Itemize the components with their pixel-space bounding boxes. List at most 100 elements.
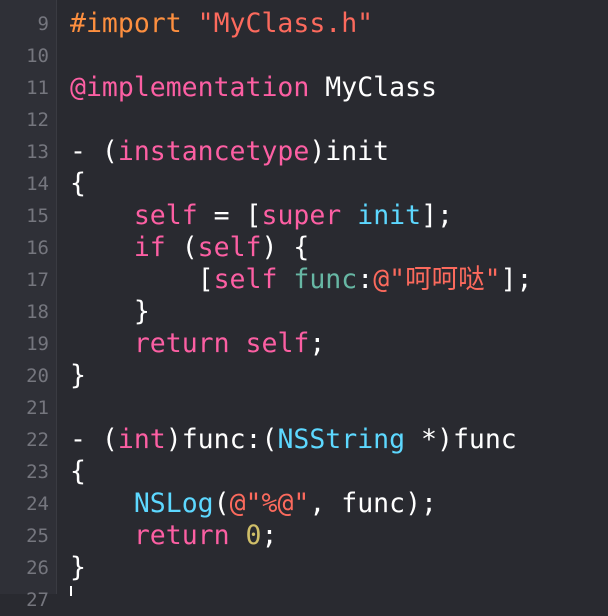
line-number: 15	[26, 205, 49, 227]
code-line[interactable]: 13 - (instancetype)init	[0, 136, 608, 168]
code-token: init	[357, 200, 422, 231]
code-line[interactable]: 16 if (self) {	[0, 232, 608, 264]
code-line[interactable]: 22 - (int)func:(NSString *)func	[0, 424, 608, 456]
code-token: ) {	[261, 232, 310, 263]
line-number: 12	[26, 109, 49, 131]
code-text[interactable]: }	[70, 360, 86, 392]
code-token: if	[133, 232, 166, 263]
line-number: 27	[26, 589, 49, 611]
code-token: NSString	[277, 424, 406, 455]
code-text[interactable]: return self;	[70, 328, 326, 360]
line-number: 13	[26, 141, 49, 163]
code-text[interactable]: NSLog(@"%@", func);	[70, 488, 437, 520]
code-token: MyClass	[309, 72, 437, 103]
code-token: - (	[70, 424, 118, 455]
code-token: NSLog	[133, 488, 214, 519]
line-number: 16	[26, 237, 49, 259]
code-token: }	[70, 552, 86, 583]
code-text[interactable]: - (int)func:(NSString *)func	[70, 424, 517, 456]
code-text[interactable]: {	[70, 168, 86, 200]
line-number: 14	[26, 173, 49, 195]
code-token: , func);	[309, 488, 437, 519]
code-line[interactable]: 19 return self;	[0, 328, 608, 360]
code-token: (	[165, 232, 198, 263]
line-number: 9	[37, 13, 49, 35]
line-number: 11	[26, 77, 49, 99]
code-text[interactable]: {	[70, 456, 86, 488]
code-text[interactable]: }	[70, 296, 150, 328]
code-token: 0	[245, 520, 262, 551]
code-token: ;	[261, 520, 278, 551]
code-token: return	[133, 328, 230, 359]
code-line[interactable]: 20}	[0, 360, 608, 392]
code-token: )init	[309, 136, 390, 167]
code-line[interactable]: 27	[0, 584, 608, 616]
code-text[interactable]: self = [super init];	[70, 200, 453, 232]
code-text[interactable]: - (instancetype)init	[70, 136, 389, 168]
line-number: 21	[26, 397, 49, 419]
code-token: instancetype	[117, 136, 310, 167]
line-number: 23	[26, 461, 49, 483]
code-token: }	[70, 296, 150, 327]
code-text[interactable]: }	[70, 552, 86, 584]
code-token: {	[70, 168, 86, 199]
code-token: )func:(	[165, 424, 278, 455]
line-number: 24	[26, 493, 49, 515]
line-number: 19	[26, 333, 49, 355]
code-line[interactable]: 26}	[0, 552, 608, 584]
code-text[interactable]: if (self) {	[70, 232, 310, 264]
code-token: = [	[197, 200, 262, 231]
code-line[interactable]: 15 self = [super init];	[0, 200, 608, 232]
code-token: ];	[500, 264, 533, 295]
code-line[interactable]: 21	[0, 392, 608, 424]
code-line[interactable]: 24 NSLog(@"%@", func);	[0, 488, 608, 520]
code-token: [	[70, 264, 214, 295]
code-line[interactable]: 12	[0, 104, 608, 136]
code-token: }	[70, 360, 86, 391]
code-token: return	[133, 520, 230, 551]
line-number: 18	[26, 301, 49, 323]
code-line[interactable]: 17 [self func:@"呵呵哒"];	[0, 264, 608, 296]
line-number: 20	[26, 365, 49, 387]
code-line[interactable]: 9 #import "MyClass.h"	[0, 8, 608, 40]
code-line[interactable]: 14 {	[0, 168, 608, 200]
code-token: (	[213, 488, 230, 519]
line-number: 10	[26, 45, 49, 67]
code-token: :	[357, 264, 374, 295]
code-line[interactable]: 11 @implementation MyClass	[0, 72, 608, 104]
code-token: self	[197, 232, 262, 263]
line-number: 25	[26, 525, 49, 547]
code-token: ;	[309, 328, 326, 359]
code-token: {	[70, 456, 86, 487]
code-line[interactable]: 23 {	[0, 456, 608, 488]
code-token: "MyClass.h"	[197, 8, 374, 39]
code-text[interactable]: #import "MyClass.h"	[70, 8, 373, 40]
code-token: @"呵呵哒"	[373, 264, 501, 295]
code-line[interactable]: 25 return 0;	[0, 520, 608, 552]
code-line[interactable]: 10	[0, 40, 608, 72]
line-number: 22	[26, 429, 49, 451]
code-token: @"%@"	[229, 488, 310, 519]
code-text[interactable]: [self func:@"呵呵哒"];	[70, 264, 533, 296]
line-number: 17	[26, 269, 49, 291]
code-text[interactable]: return 0;	[70, 520, 278, 552]
line-number: 26	[26, 557, 49, 579]
code-text[interactable]: @implementation MyClass	[70, 72, 437, 104]
code-token: @implementation	[70, 72, 310, 103]
code-token: self	[213, 264, 278, 295]
code-token: ];	[421, 200, 453, 231]
code-token: super	[261, 200, 342, 231]
code-token: self	[245, 328, 310, 359]
code-editor[interactable]: 9 #import "MyClass.h" 10 11 @implementation …	[0, 0, 608, 611]
code-token: int	[117, 424, 166, 455]
code-token: #import	[70, 8, 198, 39]
code-line[interactable]: 18 }	[0, 296, 608, 328]
